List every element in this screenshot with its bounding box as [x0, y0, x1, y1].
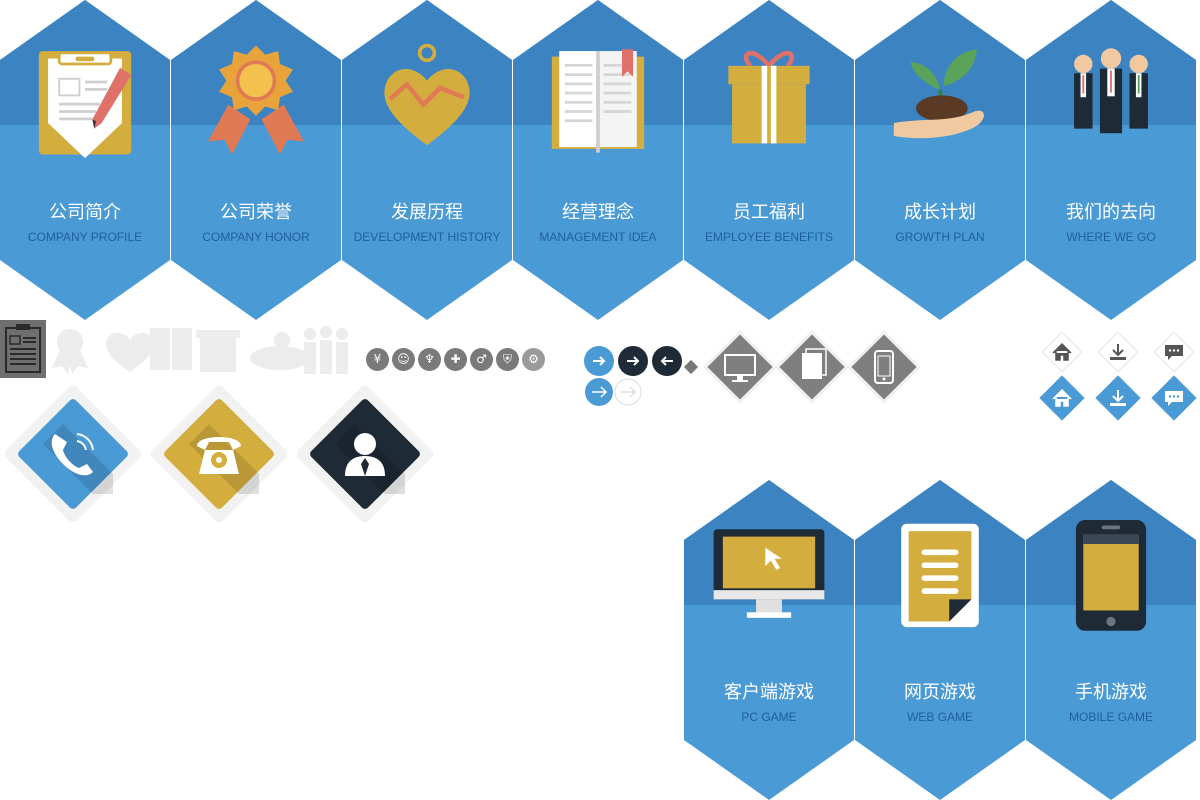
- hex-tile-title: 我们的去向: [1066, 202, 1156, 223]
- hex-tile-4[interactable]: 员工福利 EMPLOYEE BENEFITS: [684, 0, 854, 320]
- game-tile-subtitle: PC GAME: [741, 710, 797, 724]
- game-tile-subtitle: WEB GAME: [906, 710, 973, 724]
- home-icon[interactable]: [1037, 327, 1087, 377]
- person-tie-icon[interactable]: [290, 379, 440, 529]
- web-page-icon: [901, 523, 979, 628]
- game-tile-subtitle: MOBILE GAME: [1068, 710, 1154, 724]
- arrow-button-sprite: [584, 346, 682, 406]
- hex-tile-5[interactable]: 成长计划 GROWTH PLAN: [855, 0, 1025, 320]
- hex-tile-2[interactable]: 发展历程 DEVELOPMENT HISTORY: [342, 0, 512, 320]
- hex-tile-subtitle: MANAGEMENT IDEA: [539, 230, 657, 244]
- documents-icon[interactable]: [772, 327, 852, 407]
- trophy-icon: ♆: [418, 348, 441, 371]
- chat-icon[interactable]: [1149, 373, 1199, 423]
- gift-box-icon: [196, 330, 240, 372]
- hex-tile-subtitle: COMPANY PROFILE: [27, 230, 143, 244]
- medical-bag-icon: ✚: [444, 348, 467, 371]
- telephone-icon[interactable]: [144, 379, 294, 529]
- profile-sprite-selected: [0, 320, 46, 378]
- mobile-phone-icon: [1075, 520, 1147, 631]
- gear-icon: ⚙: [522, 348, 545, 371]
- heart-chart-icon: [106, 332, 154, 372]
- open-book-icon: [150, 328, 192, 370]
- gender-icon: ♂: [470, 348, 493, 371]
- game-tile-1[interactable]: 网页游戏 WEB GAME: [855, 480, 1025, 800]
- gift-box-icon: [728, 50, 810, 144]
- hex-tile-title: 公司简介: [49, 202, 121, 223]
- open-book-icon: [551, 49, 645, 153]
- download-icon[interactable]: [1093, 373, 1143, 423]
- seedling-hand-icon: [250, 332, 310, 370]
- game-tile-title: 客户端游戏: [724, 682, 814, 703]
- hex-tile-title: 成长计划: [904, 202, 976, 223]
- home-icon[interactable]: [1037, 373, 1087, 423]
- hex-tile-1[interactable]: 公司荣誉 COMPANY HONOR: [171, 0, 341, 320]
- download-icon[interactable]: [1093, 327, 1143, 377]
- award-medal-icon: [52, 329, 88, 374]
- desktop-icon[interactable]: [700, 327, 780, 407]
- hex-tile-3[interactable]: 经营理念 MANAGEMENT IDEA: [513, 0, 683, 320]
- hex-tile-title: 经营理念: [562, 202, 634, 223]
- team-people-icon: [304, 326, 348, 374]
- game-tile-title: 网页游戏: [904, 682, 976, 703]
- hex-tile-title: 员工福利: [733, 202, 805, 223]
- game-tile-0[interactable]: 客户端游戏 PC GAME: [684, 480, 854, 800]
- user-icon: ☺: [392, 348, 415, 371]
- team-people-icon: [1074, 48, 1148, 134]
- game-tile-title: 手机游戏: [1075, 682, 1147, 703]
- hex-tile-subtitle: GROWTH PLAN: [895, 230, 985, 244]
- shield-icon: ⛨: [496, 348, 519, 371]
- hex-tile-0[interactable]: 公司简介 COMPANY PROFILE: [0, 0, 170, 320]
- desktop-monitor-icon: [713, 529, 825, 618]
- heart-chart-icon: [384, 43, 470, 146]
- award-medal-icon: [208, 45, 304, 155]
- game-tile-2[interactable]: 手机游戏 MOBILE GAME: [1026, 480, 1196, 800]
- chat-icon[interactable]: [1149, 327, 1199, 377]
- clipboard-icon: [5, 324, 41, 373]
- hex-tile-6[interactable]: 我们的去向 WHERE WE GO: [1026, 0, 1196, 320]
- hex-tile-subtitle: COMPANY HONOR: [202, 230, 310, 244]
- hex-tile-subtitle: EMPLOYEE BENEFITS: [704, 230, 834, 244]
- seedling-hand-icon: [893, 49, 984, 139]
- hex-tile-title: 公司荣誉: [220, 202, 292, 223]
- clipboard-icon: [38, 51, 132, 159]
- yen-icon: ¥: [366, 348, 389, 371]
- smartphone-icon[interactable]: [844, 327, 924, 407]
- phone-call-icon[interactable]: [0, 379, 148, 529]
- hex-tile-title: 发展历程: [391, 202, 463, 223]
- hex-tile-subtitle: WHERE WE GO: [1066, 230, 1156, 244]
- hex-tile-subtitle: DEVELOPMENT HISTORY: [353, 230, 501, 244]
- silhouette-sprite-row: [52, 326, 348, 374]
